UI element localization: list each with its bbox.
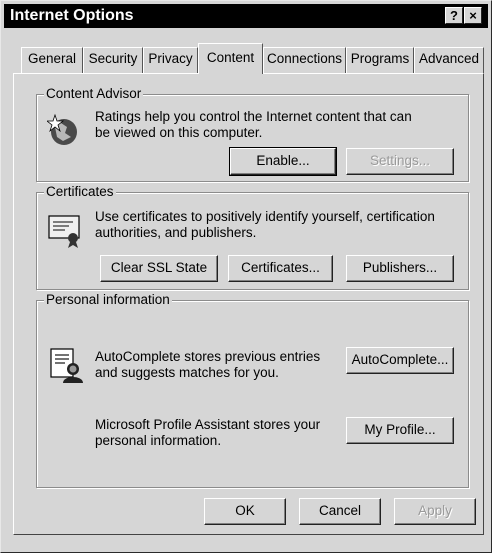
profile-icon — [50, 348, 83, 383]
certificates-group: Certificates Use certificates to positiv… — [36, 184, 469, 290]
ok-button[interactable]: OK — [204, 498, 286, 525]
content-advisor-icon — [47, 113, 77, 145]
tab-strip: General Security Privacy Content Connect… — [1, 1, 492, 81]
autocomplete-button[interactable]: AutoComplete... — [346, 347, 454, 374]
certificates-description: Use certificates to positively identify … — [95, 209, 435, 240]
personal-information-group: Personal information AutoComplete stores… — [36, 292, 469, 488]
tab-content[interactable]: Content — [198, 43, 263, 74]
tab-programs[interactable]: Programs — [346, 47, 414, 73]
content-advisor-description: Ratings help you control the Internet co… — [95, 109, 412, 140]
personal-information-title: Personal information — [44, 292, 172, 308]
tab-general[interactable]: General — [21, 47, 83, 73]
tab-privacy[interactable]: Privacy — [143, 47, 198, 73]
enable-button[interactable]: Enable... — [229, 147, 337, 176]
certificate-icon — [48, 215, 80, 248]
my-profile-button[interactable]: My Profile... — [346, 417, 454, 444]
settings-button[interactable]: Settings... — [346, 148, 454, 175]
clear-ssl-state-button[interactable]: Clear SSL State — [100, 255, 218, 282]
publishers-button[interactable]: Publishers... — [346, 255, 454, 282]
content-advisor-group: Content Advisor Ratings help you control… — [36, 86, 469, 182]
internet-options-dialog: Internet Options ? × General Security Pr… — [0, 0, 492, 553]
certificates-button[interactable]: Certificates... — [228, 255, 333, 282]
apply-button[interactable]: Apply — [394, 498, 476, 525]
tab-connections[interactable]: Connections — [263, 47, 346, 73]
tab-advanced[interactable]: Advanced — [414, 47, 484, 73]
autocomplete-description: AutoComplete stores previous entries and… — [95, 349, 321, 380]
cancel-button[interactable]: Cancel — [299, 498, 381, 525]
profile-assistant-description: Microsoft Profile Assistant stores your … — [95, 417, 321, 448]
content-tab-panel: Content Advisor Ratings help you control… — [13, 73, 484, 535]
tab-security[interactable]: Security — [83, 47, 143, 73]
certificates-title: Certificates — [44, 184, 116, 200]
content-advisor-title: Content Advisor — [44, 86, 144, 102]
